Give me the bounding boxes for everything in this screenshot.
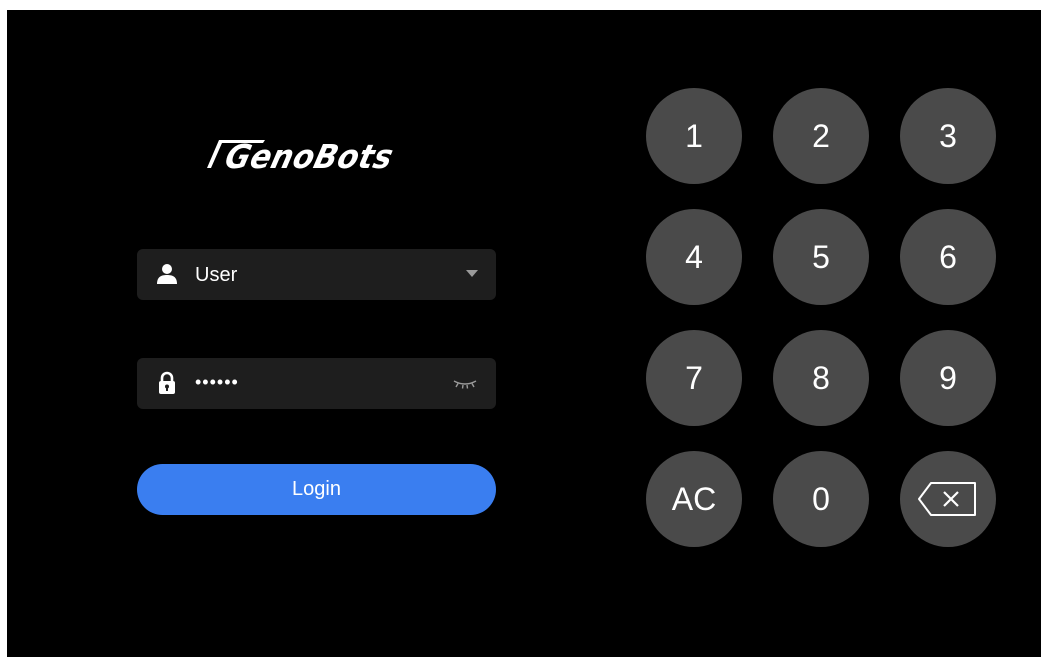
login-button[interactable]: Login xyxy=(137,464,496,515)
password-value: •••••• xyxy=(195,372,239,392)
backspace-icon xyxy=(918,482,976,516)
user-icon xyxy=(157,264,177,284)
login-screen: GenoBots User •••••• Login 1 2 3 4 5 6 7… xyxy=(7,10,1041,657)
key-4[interactable]: 4 xyxy=(646,209,742,305)
key-5[interactable]: 5 xyxy=(773,209,869,305)
eye-closed-icon[interactable] xyxy=(452,374,478,392)
key-2[interactable]: 2 xyxy=(773,88,869,184)
user-select-value: User xyxy=(195,264,238,286)
logo-text: GenoBots xyxy=(221,138,398,178)
caret-down-icon[interactable] xyxy=(466,270,478,277)
key-1[interactable]: 1 xyxy=(646,88,742,184)
key-clear-all[interactable]: AC xyxy=(646,451,742,547)
key-3[interactable]: 3 xyxy=(900,88,996,184)
key-0[interactable]: 0 xyxy=(773,451,869,547)
key-8[interactable]: 8 xyxy=(773,330,869,426)
user-select[interactable]: User xyxy=(137,249,496,300)
password-field[interactable]: •••••• xyxy=(137,358,496,409)
genobots-logo: GenoBots xyxy=(205,138,441,178)
lock-icon xyxy=(159,371,175,394)
key-6[interactable]: 6 xyxy=(900,209,996,305)
key-backspace[interactable] xyxy=(900,451,996,547)
key-9[interactable]: 9 xyxy=(900,330,996,426)
key-7[interactable]: 7 xyxy=(646,330,742,426)
